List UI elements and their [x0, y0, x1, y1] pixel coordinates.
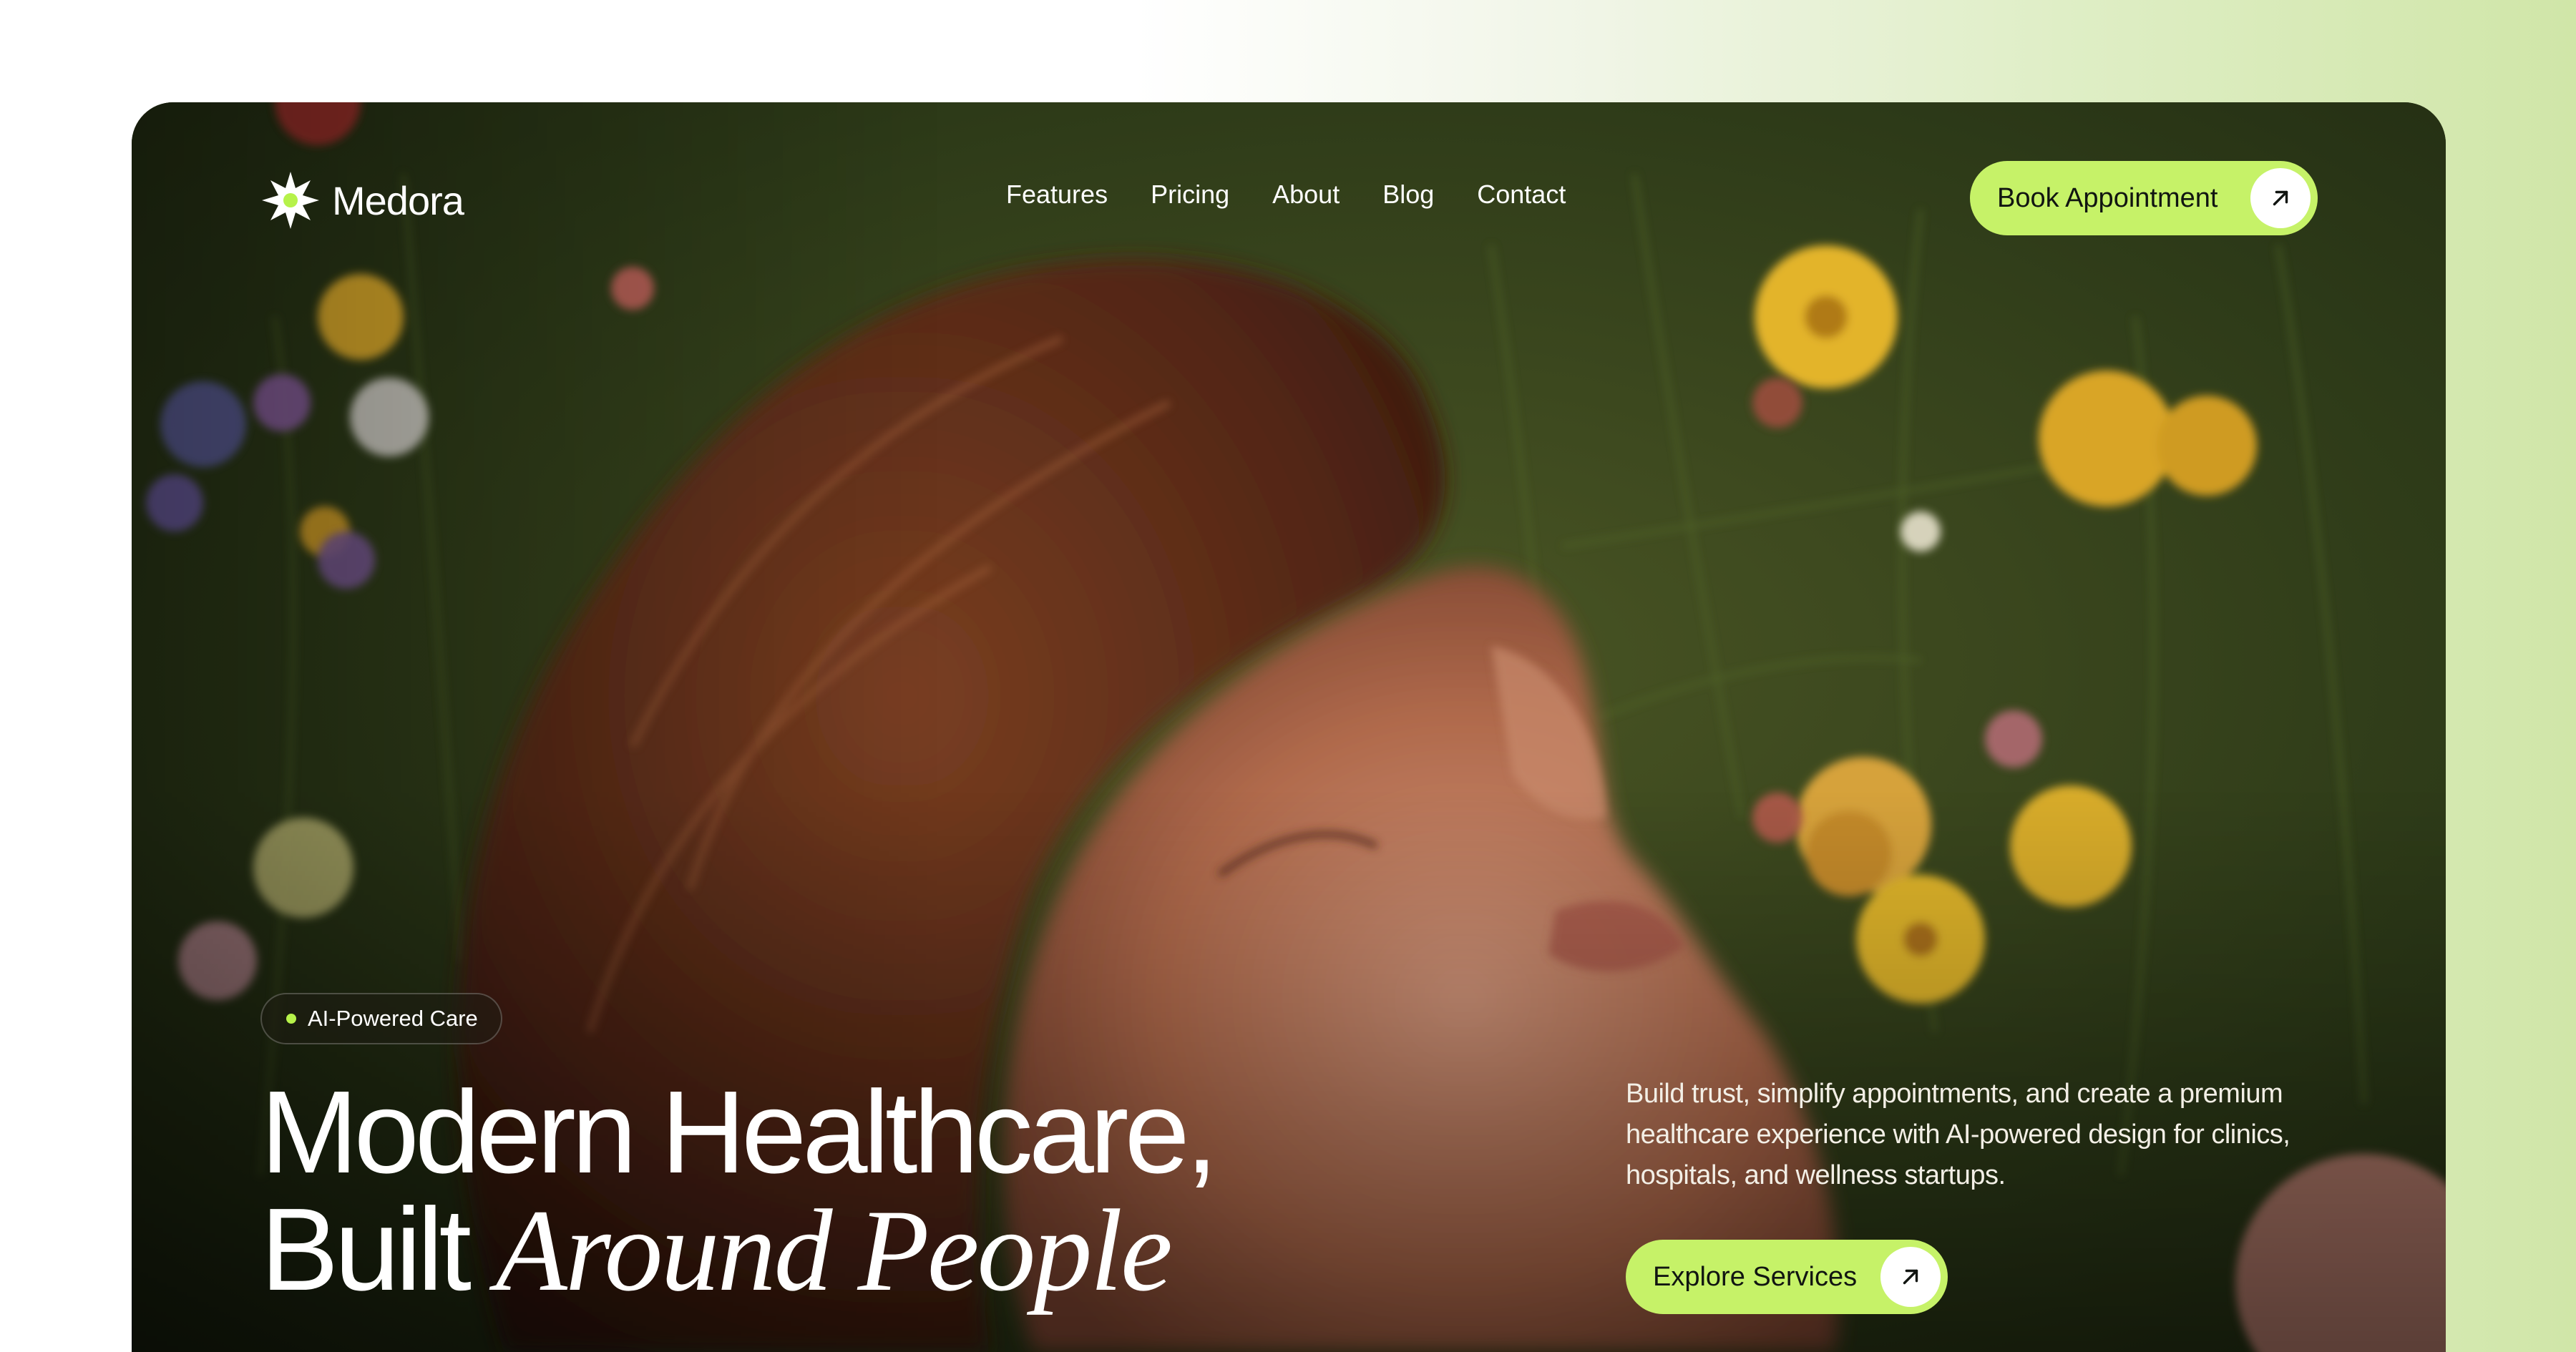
- brand-name: Medora: [332, 177, 464, 223]
- explore-services-label: Explore Services: [1653, 1261, 1858, 1292]
- brand-logo[interactable]: Medora: [260, 168, 464, 232]
- headline-line-1: Modern Healthcare,: [260, 1067, 1218, 1197]
- nav-link-features[interactable]: Features: [1006, 180, 1108, 210]
- ai-powered-badge: AI-Powered Care: [260, 993, 502, 1044]
- hero-headline: Modern Healthcare, Built Around People: [260, 1067, 1218, 1310]
- nav-link-blog[interactable]: Blog: [1382, 180, 1434, 210]
- logo-star-icon: [262, 172, 319, 229]
- main-nav: Features Pricing About Blog Contact: [1006, 180, 1566, 210]
- explore-services-button[interactable]: Explore Services: [1626, 1240, 1948, 1314]
- nav-link-about[interactable]: About: [1272, 180, 1340, 210]
- status-dot-icon: [286, 1014, 296, 1024]
- badge-label: AI-Powered Care: [308, 1006, 478, 1031]
- headline-line-2: Built Around People: [260, 1191, 1214, 1310]
- book-appointment-label: Book Appointment: [1997, 182, 2218, 213]
- headline-line-2-plain: Built: [260, 1184, 472, 1315]
- nav-link-contact[interactable]: Contact: [1477, 180, 1566, 210]
- nav-link-pricing[interactable]: Pricing: [1151, 180, 1229, 210]
- arrow-up-right-icon: [1880, 1247, 1941, 1307]
- headline-line-2-italic: Around People: [495, 1186, 1173, 1316]
- hero-description: Build trust, simplify appointments, and …: [1626, 1079, 2290, 1190]
- hero-section: Medora Features Pricing About Blog Conta…: [132, 102, 2446, 1352]
- book-appointment-button[interactable]: Book Appointment: [1970, 161, 2318, 235]
- arrow-up-right-icon: [2250, 168, 2311, 228]
